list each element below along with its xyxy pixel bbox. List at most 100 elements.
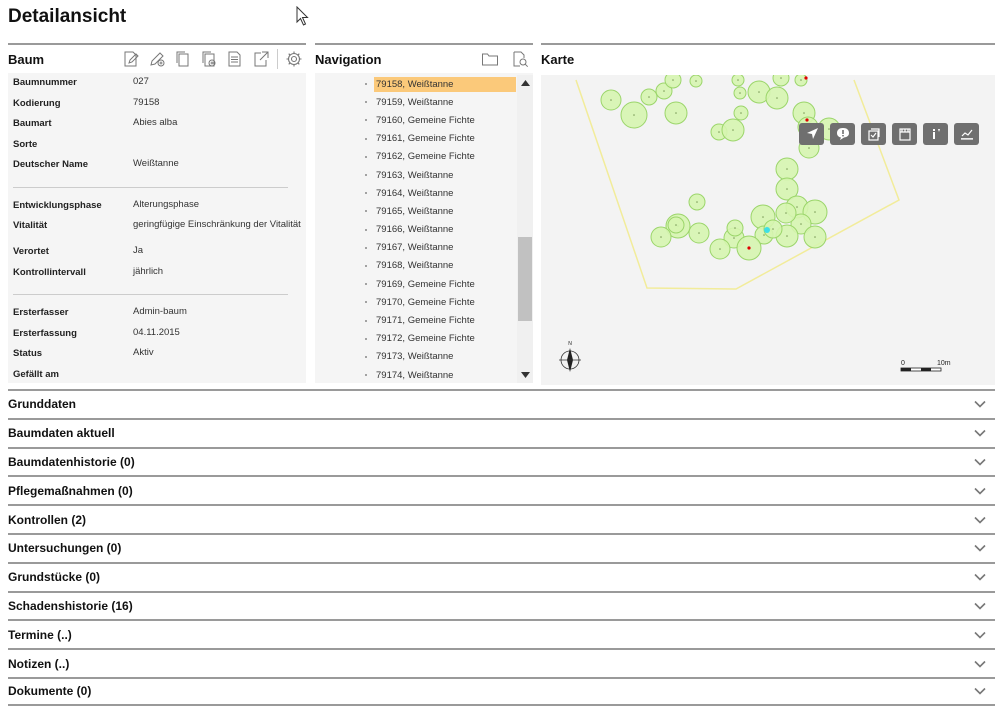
navigation-item-label: 79172, Gemeine Fichte bbox=[376, 333, 475, 345]
chevron-down-icon[interactable] bbox=[973, 570, 987, 584]
field-value: Abies alba bbox=[133, 117, 178, 128]
tree-stem-dot bbox=[786, 235, 788, 237]
chevron-down-icon[interactable] bbox=[973, 599, 987, 613]
navigation-tree-item[interactable]: 79158, Weißtanne bbox=[315, 75, 517, 93]
section-header[interactable]: Grundstücke (0) bbox=[8, 561, 995, 591]
copy-add-icon[interactable] bbox=[198, 48, 220, 70]
chevron-down-icon[interactable] bbox=[973, 657, 987, 671]
chevron-down-icon[interactable] bbox=[973, 426, 987, 440]
chart-icon[interactable] bbox=[954, 123, 979, 145]
tree-bullet-icon bbox=[365, 264, 367, 267]
navigation-item-label: 79167, Weißtanne bbox=[376, 242, 454, 254]
field-row: Kontrollintervall jährlich bbox=[8, 265, 306, 286]
navigation-tree-item[interactable]: 79162, Gemeine Fichte bbox=[315, 148, 517, 166]
navigation-tree-item[interactable]: 79169, Gemeine Fichte bbox=[315, 275, 517, 293]
navigation-item-label: 79166, Weißtanne bbox=[376, 224, 454, 236]
navigation-tree-item[interactable]: 79164, Weißtanne bbox=[315, 184, 517, 202]
navigation-tree-item[interactable]: 79163, Weißtanne bbox=[315, 166, 517, 184]
tree-bullet-icon bbox=[365, 83, 367, 86]
tree-marker-red bbox=[805, 118, 809, 122]
navigation-scrollbar[interactable] bbox=[517, 75, 533, 383]
tree-bullet-icon bbox=[365, 374, 367, 377]
navigate-arrow-icon[interactable] bbox=[799, 123, 824, 145]
section-header[interactable]: Dokumente (0) bbox=[8, 676, 995, 706]
navigation-tree-item[interactable]: 79172, Gemeine Fichte bbox=[315, 330, 517, 348]
section-header[interactable]: Pflegemaßnahmen (0) bbox=[8, 475, 995, 505]
field-label: Ersterfasser bbox=[13, 307, 69, 318]
navigation-tree-item[interactable]: 79173, Weißtanne bbox=[315, 348, 517, 366]
section-header[interactable]: Grunddaten bbox=[8, 389, 995, 418]
tree-bullet-icon bbox=[365, 174, 367, 177]
chevron-down-icon[interactable] bbox=[973, 541, 987, 555]
section-header[interactable]: Termine (..) bbox=[8, 619, 995, 649]
navigation-tree-item[interactable]: 79167, Weißtanne bbox=[315, 239, 517, 257]
tree-stem-dot bbox=[734, 227, 736, 229]
edit-pen-add-icon[interactable] bbox=[146, 48, 168, 70]
section-title: Grunddaten bbox=[8, 397, 76, 412]
field-value: Aktiv bbox=[133, 347, 154, 358]
map-canvas[interactable]: N 0 10m bbox=[541, 75, 995, 385]
chevron-down-icon[interactable] bbox=[973, 397, 987, 411]
map-toolbar bbox=[799, 123, 979, 145]
section-header[interactable]: Untersuchungen (0) bbox=[8, 532, 995, 562]
chevron-down-icon[interactable] bbox=[973, 513, 987, 527]
field-label: Baumart bbox=[13, 118, 52, 129]
tree-crown[interactable] bbox=[772, 75, 790, 87]
navigation-tree-item[interactable]: 79168, Weißtanne bbox=[315, 257, 517, 275]
navigation-tree-item[interactable]: 79159, Weißtanne bbox=[315, 93, 517, 111]
scroll-up-arrow-icon[interactable] bbox=[517, 75, 533, 91]
copy-icon[interactable] bbox=[172, 48, 194, 70]
navigation-tree-item[interactable]: 79160, Gemeine Fichte bbox=[315, 111, 517, 129]
chevron-down-icon[interactable] bbox=[973, 484, 987, 498]
section-title: Baumdaten aktuell bbox=[8, 426, 115, 441]
tree-bullet-icon bbox=[365, 355, 367, 358]
section-title: Dokumente (0) bbox=[8, 684, 92, 699]
tree-stem-dot bbox=[663, 90, 665, 92]
navigation-tree-item[interactable]: 79171, Gemeine Fichte bbox=[315, 311, 517, 329]
scale-end-label: 10m bbox=[937, 360, 951, 367]
north-label: N bbox=[568, 341, 572, 347]
section-header[interactable]: Baumdatenhistorie (0) bbox=[8, 446, 995, 476]
navigation-tree-item[interactable]: 79174, Weißtanne bbox=[315, 366, 517, 383]
edit-document-icon[interactable] bbox=[120, 48, 142, 70]
tree-stem-dot bbox=[733, 237, 735, 239]
tree-stem-dot bbox=[696, 201, 698, 203]
baum-panel-title: Baum bbox=[8, 51, 45, 67]
report-icon[interactable] bbox=[224, 48, 246, 70]
alert-bubble-icon[interactable] bbox=[830, 123, 855, 145]
tree-stem-dot bbox=[762, 216, 764, 218]
section-header[interactable]: Schadenshistorie (16) bbox=[8, 590, 995, 620]
navigation-item-label: 79162, Gemeine Fichte bbox=[376, 151, 475, 163]
chevron-down-icon[interactable] bbox=[973, 684, 987, 698]
map-drawing[interactable]: N 0 10m bbox=[541, 75, 995, 385]
scrollbar-thumb[interactable] bbox=[518, 237, 532, 321]
export-icon[interactable] bbox=[250, 48, 272, 70]
tree-crown[interactable] bbox=[664, 75, 682, 89]
chevron-down-icon[interactable] bbox=[973, 628, 987, 642]
section-header[interactable]: Kontrollen (2) bbox=[8, 504, 995, 533]
navigation-tree-item[interactable]: 79170, Gemeine Fichte bbox=[315, 293, 517, 311]
section-header[interactable]: Baumdaten aktuell bbox=[8, 417, 995, 447]
settings-gear-icon[interactable] bbox=[283, 48, 305, 70]
tree-stem-dot bbox=[610, 99, 612, 101]
folder-icon[interactable] bbox=[479, 48, 501, 70]
tree-stem-dot bbox=[800, 79, 802, 81]
film-icon[interactable] bbox=[892, 123, 917, 145]
checkbox-layer-icon[interactable] bbox=[861, 123, 886, 145]
navigation-tree-item[interactable]: 79165, Weißtanne bbox=[315, 202, 517, 220]
chevron-down-icon[interactable] bbox=[973, 455, 987, 469]
section-header[interactable]: Notizen (..) bbox=[8, 648, 995, 677]
field-row: Status Aktiv bbox=[8, 346, 306, 367]
search-document-icon[interactable] bbox=[509, 48, 531, 70]
scroll-down-arrow-icon[interactable] bbox=[517, 367, 533, 383]
tree-stem-dot bbox=[814, 236, 816, 238]
info-icon[interactable] bbox=[923, 123, 948, 145]
tree-stem-dot bbox=[786, 188, 788, 190]
section-title: Untersuchungen (0) bbox=[8, 541, 122, 556]
field-value: 027 bbox=[133, 76, 149, 87]
tree-stem-dot bbox=[633, 114, 635, 116]
navigation-tree-item[interactable]: 79166, Weißtanne bbox=[315, 221, 517, 239]
tree-marker-red bbox=[747, 246, 751, 250]
navigation-tree-item[interactable]: 79161, Gemeine Fichte bbox=[315, 130, 517, 148]
field-value: Ja bbox=[133, 245, 144, 256]
